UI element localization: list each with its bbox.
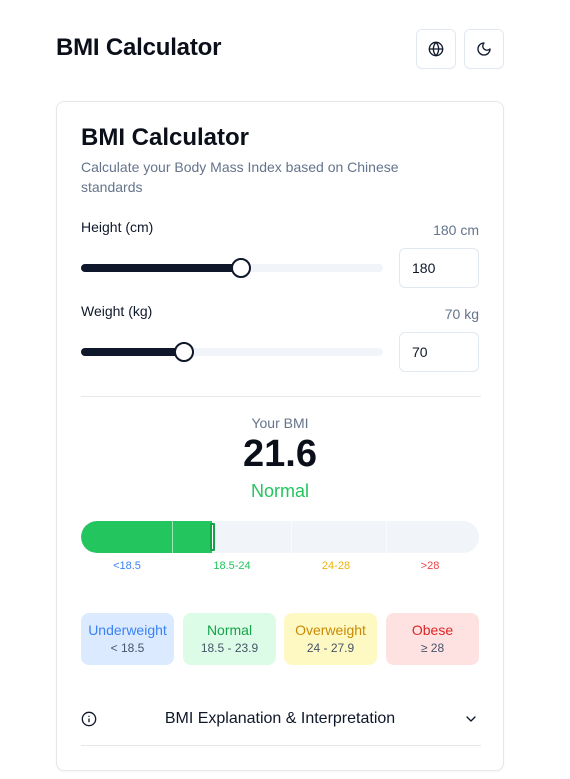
card-description: Calculate your Body Mass Index based on … bbox=[81, 159, 399, 195]
language-toggle-button[interactable] bbox=[416, 29, 456, 69]
weight-slider-range bbox=[81, 348, 184, 356]
weight-input[interactable] bbox=[399, 332, 479, 372]
card-title: BMI Calculator bbox=[81, 124, 250, 151]
bmi-card: BMI Calculator Calculate your Body Mass … bbox=[56, 101, 504, 771]
category-name: Normal bbox=[206, 622, 253, 638]
category-name: Overweight bbox=[295, 622, 366, 638]
scale-label-overweight: 24-28 bbox=[321, 560, 351, 572]
chevron-down-icon[interactable] bbox=[463, 711, 479, 727]
bmi-value: 21.6 bbox=[243, 433, 317, 475]
category-range: ≥ 28 bbox=[420, 641, 445, 655]
category-normal: Normal 18.5 - 23.9 bbox=[183, 613, 276, 665]
height-value-display: 180 cm bbox=[433, 222, 479, 238]
category-name: Underweight bbox=[88, 622, 167, 638]
scale-separator bbox=[386, 521, 387, 553]
height-label: Height (cm) bbox=[81, 219, 154, 235]
accordion-divider bbox=[81, 745, 481, 746]
moon-icon bbox=[477, 42, 491, 56]
category-underweight: Underweight < 18.5 bbox=[81, 613, 174, 665]
category-range: < 18.5 bbox=[110, 641, 145, 655]
bmi-explanation-accordion[interactable]: BMI Explanation & Interpretation bbox=[81, 698, 481, 740]
bmi-caption: Your BMI bbox=[251, 415, 309, 431]
accordion-label: BMI Explanation & Interpretation bbox=[164, 710, 396, 727]
category-overweight: Overweight 24 - 27.9 bbox=[284, 613, 377, 665]
weight-slider[interactable] bbox=[81, 342, 383, 362]
bmi-status: Normal bbox=[250, 481, 309, 501]
section-divider bbox=[81, 396, 481, 397]
weight-value-display: 70 kg bbox=[444, 306, 479, 322]
weight-label: Weight (kg) bbox=[81, 303, 153, 319]
bmi-scale-fill bbox=[81, 521, 213, 553]
category-name: Obese bbox=[411, 622, 454, 638]
scale-separator bbox=[172, 521, 173, 553]
category-obese: Obese ≥ 28 bbox=[386, 613, 479, 665]
height-slider-thumb[interactable] bbox=[231, 258, 252, 278]
height-input[interactable] bbox=[399, 248, 479, 288]
scale-separator bbox=[291, 521, 292, 553]
scale-label-obese: >28 bbox=[420, 560, 440, 572]
bmi-scale-bar bbox=[81, 521, 479, 553]
category-range: 24 - 27.9 bbox=[306, 641, 355, 655]
globe-icon bbox=[428, 41, 444, 57]
bmi-scale-marker bbox=[210, 523, 216, 551]
height-slider-range bbox=[81, 264, 242, 272]
theme-toggle-button[interactable] bbox=[464, 29, 504, 69]
scale-label-underweight: <18.5 bbox=[113, 560, 141, 572]
page-title: BMI Calculator bbox=[56, 34, 222, 61]
scale-label-normal: 18.5-24 bbox=[213, 560, 251, 572]
info-icon bbox=[81, 711, 97, 727]
category-range: 18.5 - 23.9 bbox=[200, 641, 259, 655]
height-slider[interactable] bbox=[81, 258, 383, 278]
weight-slider-thumb[interactable] bbox=[173, 342, 194, 362]
